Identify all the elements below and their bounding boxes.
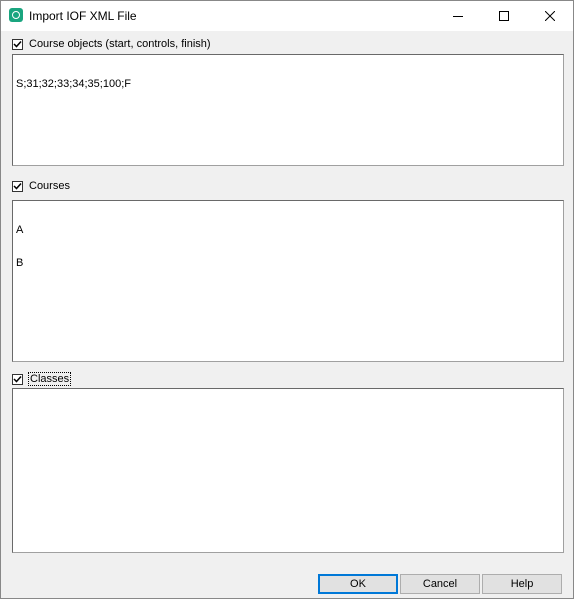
import-dialog: Import IOF XML File Course objects (star… [0, 0, 574, 599]
course-objects-textarea[interactable]: S;31;32;33;34;35;100;F [12, 54, 564, 166]
classes-label: Classes [27, 372, 72, 386]
course-objects-line: S;31;32;33;34;35;100;F [16, 78, 131, 90]
checkmark-icon [13, 375, 22, 383]
courses-line: B [16, 257, 24, 269]
course-objects-checkbox[interactable] [12, 38, 23, 50]
courses-checkbox[interactable] [12, 180, 23, 192]
ok-button[interactable]: OK [318, 574, 398, 594]
checkmark-icon [13, 182, 22, 190]
classes-checkbox[interactable] [12, 373, 23, 385]
help-button[interactable]: Help [482, 574, 562, 594]
window-title: Import IOF XML File [29, 9, 137, 23]
courses-textarea[interactable]: A B [12, 200, 564, 362]
minimize-button[interactable] [435, 1, 481, 31]
classes-checkbox-row[interactable]: Classes [12, 372, 72, 386]
cancel-button[interactable]: Cancel [400, 574, 480, 594]
dialog-content: Course objects (start, controls, finish)… [1, 31, 573, 598]
maximize-button[interactable] [481, 1, 527, 31]
maximize-icon [499, 11, 509, 21]
course-objects-label: Course objects (start, controls, finish) [29, 38, 211, 50]
close-button[interactable] [527, 1, 573, 31]
app-icon [9, 8, 23, 22]
course-objects-checkbox-row[interactable]: Course objects (start, controls, finish) [12, 38, 211, 50]
close-icon [545, 11, 555, 21]
courses-line: A [16, 224, 24, 236]
classes-textarea[interactable] [12, 388, 564, 553]
courses-label: Courses [29, 180, 70, 192]
courses-checkbox-row[interactable]: Courses [12, 180, 70, 192]
minimize-icon [453, 16, 463, 17]
title-bar: Import IOF XML File [1, 1, 573, 31]
checkmark-icon [13, 40, 22, 48]
